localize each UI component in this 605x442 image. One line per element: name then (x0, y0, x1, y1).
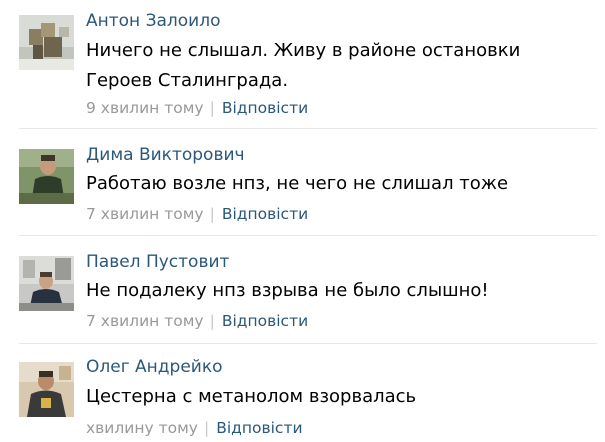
comment-meta: 7 хвилин тому | Відповісти (86, 311, 308, 331)
comment-time[interactable]: 7 хвилин тому (86, 205, 204, 223)
comment-time[interactable]: 7 хвилин тому (86, 312, 204, 330)
avatar[interactable] (19, 149, 74, 204)
meta-separator: | (209, 205, 215, 223)
avatar[interactable] (19, 362, 74, 417)
author-name[interactable]: Олег Андрейко (86, 357, 223, 377)
reply-link[interactable]: Відповісти (216, 419, 302, 437)
comment-text: Работаю возле нпз, не чего не слишал тож… (86, 173, 509, 194)
author-name[interactable]: Дима Викторович (86, 145, 245, 165)
comment-time[interactable]: хвилину тому (86, 419, 198, 437)
author-name[interactable]: Павел Пустовит (86, 252, 229, 272)
comment-divider (19, 128, 597, 129)
user-avatar-photo-icon (19, 149, 74, 204)
avatar[interactable] (19, 15, 74, 70)
avatar[interactable] (19, 256, 74, 311)
comment-text: Цестерна с метанолом взорвалась (86, 386, 417, 407)
meta-separator: | (209, 312, 215, 330)
meta-separator: | (209, 99, 215, 117)
reply-link[interactable]: Відповісти (222, 205, 308, 223)
author-name[interactable]: Антон Залоило (86, 11, 220, 31)
comment-meta: 7 хвилин тому | Відповісти (86, 204, 308, 224)
meta-separator: | (203, 419, 210, 437)
comment-text: Не подалеку нпз взрыва не было слышно! (86, 280, 489, 301)
comment-time[interactable]: 9 хвилин тому (86, 99, 204, 117)
user-avatar-photo-icon (19, 256, 74, 311)
comment-meta: 9 хвилин тому | Відповісти (86, 98, 308, 118)
comment-meta: хвилину тому | Відповісти (86, 418, 303, 438)
comment-divider (19, 235, 597, 236)
reply-link[interactable]: Відповісти (222, 312, 308, 330)
user-avatar-photo-icon (19, 15, 74, 70)
comment-text: Ничего не слышал. Живу в районе остановк… (86, 40, 521, 91)
user-avatar-photo-icon (19, 362, 74, 417)
reply-link[interactable]: Відповісти (222, 99, 308, 117)
comment-divider (19, 343, 597, 344)
